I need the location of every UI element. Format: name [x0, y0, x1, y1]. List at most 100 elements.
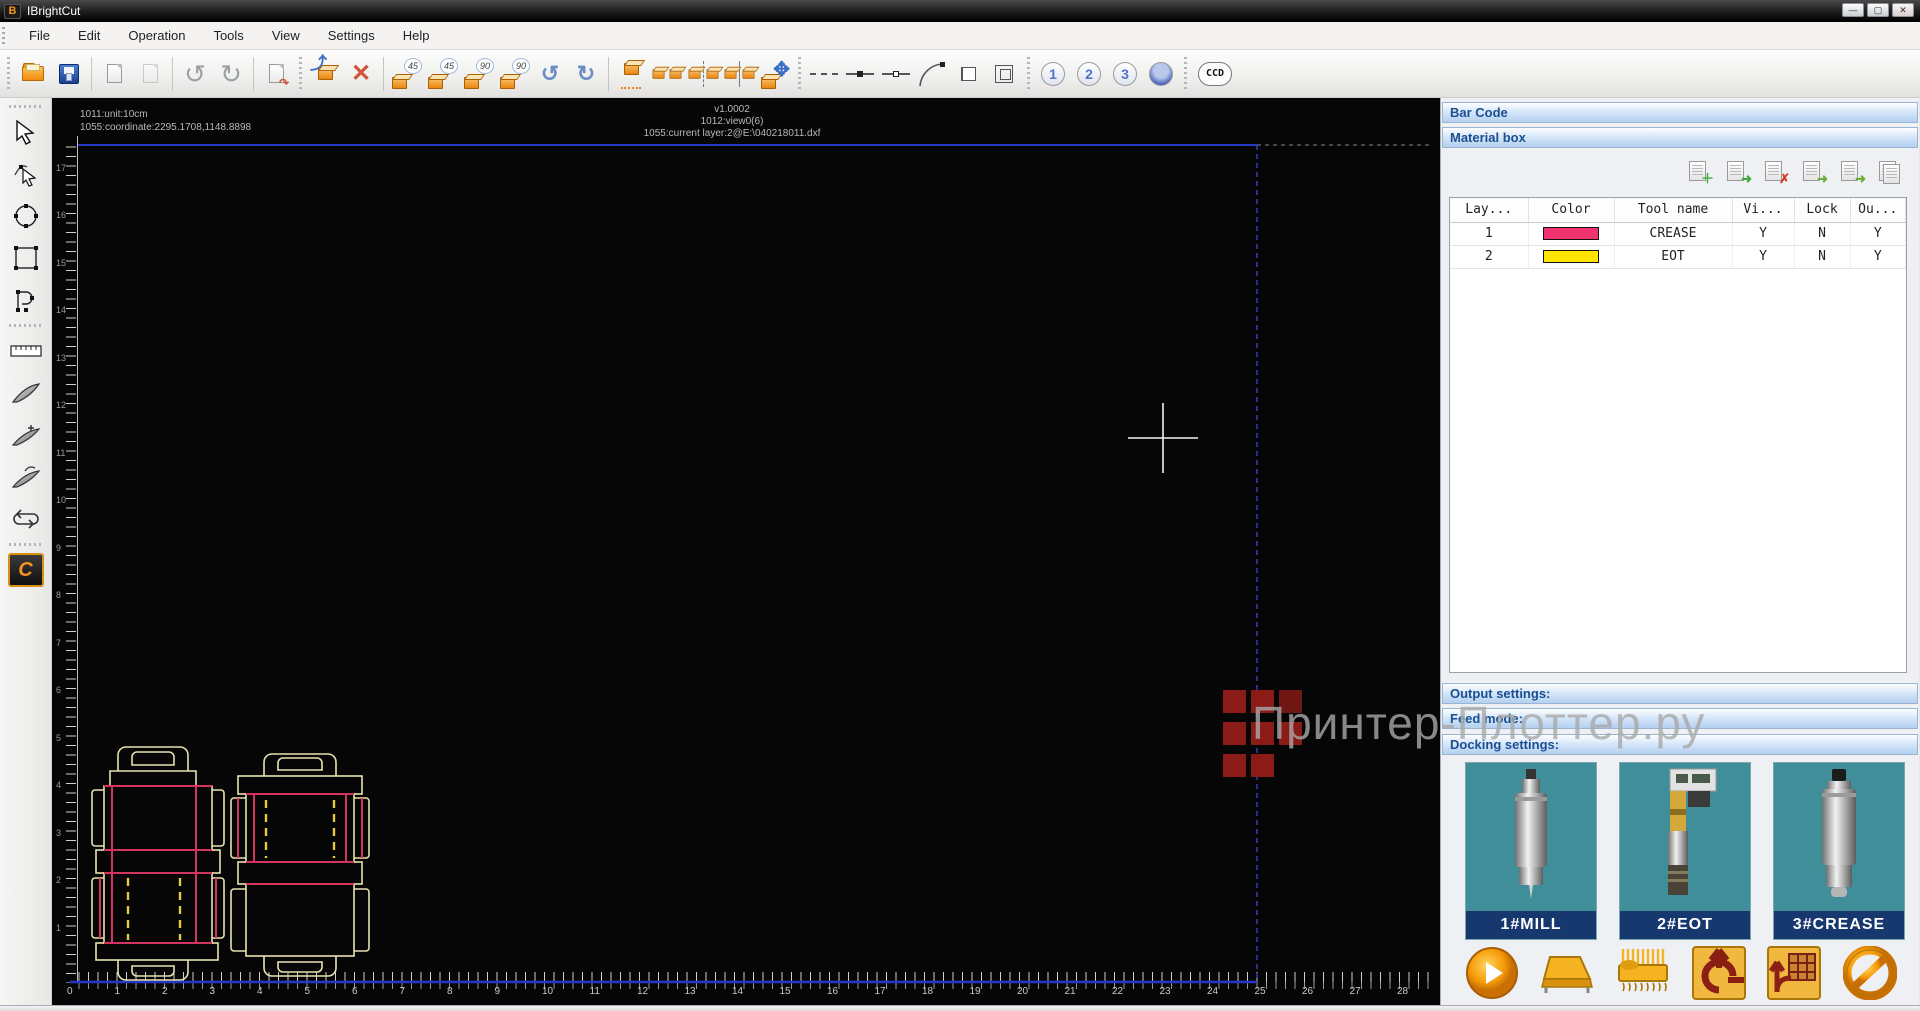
close-button[interactable]: ✕ — [1892, 3, 1914, 17]
mirror-horizontal-button[interactable] — [649, 55, 685, 93]
layer-toolbar: ＋ ➜ ✗ ➜ ➜ — [1687, 160, 1901, 182]
materialbox-section-header[interactable]: Material box — [1442, 127, 1918, 148]
ruler-tool-button[interactable] — [6, 331, 46, 371]
duplicate-layer-button[interactable] — [1877, 160, 1901, 182]
knife-tool-button[interactable] — [6, 373, 46, 413]
undo-icon: ↺ — [184, 61, 206, 87]
loop-tool-button[interactable] — [6, 499, 46, 539]
menu-file[interactable]: File — [15, 24, 64, 47]
knife-add-icon — [11, 423, 41, 447]
col-toolname[interactable]: Tool name — [1614, 198, 1732, 222]
rotate-45-ccw-button[interactable]: 45 — [388, 55, 424, 93]
open-button[interactable] — [15, 55, 51, 93]
solid-axis-icon — [739, 61, 740, 87]
paste-icon — [143, 64, 158, 83]
conveyor-icon — [1540, 949, 1596, 997]
line-midpoint-button[interactable] — [842, 55, 878, 93]
layer-1-button[interactable]: 1 — [1035, 55, 1071, 93]
dieline-box-b-perforations — [266, 800, 334, 858]
knife-add-tool-button[interactable] — [6, 415, 46, 455]
rotate-route-button[interactable] — [1690, 946, 1748, 1000]
table-row[interactable]: 1 CREASE Y N Y — [1450, 222, 1906, 245]
layer-2-button[interactable]: 2 — [1071, 55, 1107, 93]
delete-layer-button[interactable]: ✗ — [1763, 160, 1787, 182]
insert-layer-button[interactable]: ➜ — [1725, 160, 1749, 182]
rotate-object-button[interactable]: ⤴ — [307, 55, 343, 93]
import-layer-button[interactable]: ➜ — [1801, 160, 1825, 182]
circle-tool-button[interactable] — [6, 196, 46, 236]
select-tool-button[interactable] — [6, 112, 46, 152]
move-button[interactable]: ✥ — [757, 55, 793, 93]
weld-shapes-button[interactable] — [950, 55, 986, 93]
table-row[interactable]: 2 EOT Y N Y — [1450, 245, 1906, 268]
knife-curve-tool-button[interactable] — [6, 457, 46, 497]
redo-button[interactable]: ↻ — [213, 55, 249, 93]
rotate-free-ccw-button[interactable]: ↺ — [532, 55, 568, 93]
copy-button[interactable] — [96, 55, 132, 93]
maximize-button[interactable]: ▢ — [1867, 3, 1889, 17]
rotate-free-cw-button[interactable]: ↻ — [568, 55, 604, 93]
eot-color-swatch[interactable] — [1543, 250, 1599, 263]
layer-2-icon: 2 — [1077, 62, 1101, 86]
menu-edit[interactable]: Edit — [64, 24, 114, 47]
rotate-90-cw-button[interactable]: 90 — [496, 55, 532, 93]
weld-icon — [962, 67, 976, 81]
drawing-canvas[interactable]: 1011:unit:10cm 1055:coordinate:2295.1708… — [52, 98, 1440, 1005]
menu-view[interactable]: View — [258, 24, 314, 47]
feeder-button[interactable] — [1539, 946, 1597, 1000]
menu-tools[interactable]: Tools — [199, 24, 257, 47]
arc-button[interactable] — [914, 55, 950, 93]
save-button[interactable] — [51, 55, 87, 93]
minimize-button[interactable]: — — [1842, 3, 1864, 17]
line-node-button[interactable] — [878, 55, 914, 93]
output-settings-header[interactable]: Output settings: — [1442, 683, 1918, 704]
brush-button[interactable] — [1614, 946, 1672, 1000]
col-color[interactable]: Color — [1528, 198, 1614, 222]
mirror-vertical-solid-button[interactable] — [721, 55, 757, 93]
loop-icon — [11, 508, 41, 530]
save-floppy-icon — [59, 64, 79, 84]
circle-icon — [12, 202, 40, 230]
col-layer[interactable]: Lay... — [1450, 198, 1528, 222]
col-lock[interactable]: Lock — [1794, 198, 1850, 222]
feed-mode-header[interactable]: Feed mode: — [1442, 708, 1918, 729]
layer-3-button[interactable]: 3 — [1107, 55, 1143, 93]
polyline-tool-button[interactable] — [6, 280, 46, 320]
col-visible[interactable]: Vi... — [1732, 198, 1794, 222]
crease-color-swatch[interactable] — [1543, 227, 1599, 240]
rotate-90-ccw-button[interactable]: 90 — [460, 55, 496, 93]
layer-all-button[interactable] — [1143, 55, 1179, 93]
stop-button[interactable] — [1841, 946, 1899, 1000]
tool-card-mill[interactable]: 1#MILL — [1465, 762, 1597, 940]
array-button[interactable] — [613, 55, 649, 93]
menu-help[interactable]: Help — [389, 24, 444, 47]
rotate-45-cw-button[interactable]: 45 — [424, 55, 460, 93]
menu-operation[interactable]: Operation — [114, 24, 199, 47]
status-bar — [0, 1005, 1920, 1011]
ccd-button[interactable]: CCD — [1192, 55, 1238, 93]
export-layer-button[interactable]: ➜ — [1839, 160, 1863, 182]
menu-settings[interactable]: Settings — [314, 24, 389, 47]
docking-settings-header[interactable]: Docking settings: — [1442, 734, 1918, 755]
group-shapes-button[interactable] — [986, 55, 1022, 93]
window-title: IBrightCut — [27, 4, 80, 18]
output-document-button[interactable]: ↷ — [258, 55, 294, 93]
grid-route-button[interactable] — [1765, 946, 1823, 1000]
add-layer-button[interactable]: ＋ — [1687, 160, 1711, 182]
start-button[interactable] — [1463, 946, 1521, 1000]
delete-button[interactable]: ✕ — [343, 55, 379, 93]
layer-3-icon: 3 — [1113, 62, 1137, 86]
export-arrow-icon: ➜ — [1855, 173, 1866, 185]
line-dashed-button[interactable] — [806, 55, 842, 93]
brand-logo-button[interactable]: C — [6, 550, 46, 590]
rectangle-tool-button[interactable] — [6, 238, 46, 278]
barcode-section-header[interactable]: Bar Code — [1442, 102, 1918, 123]
app-logo-icon: B — [4, 4, 21, 19]
node-edit-tool-button[interactable] — [6, 154, 46, 194]
undo-button[interactable]: ↺ — [177, 55, 213, 93]
tool-card-eot[interactable]: 2#EOT — [1619, 762, 1751, 940]
mirror-vertical-dashed-button[interactable] — [685, 55, 721, 93]
paste-button[interactable] — [132, 55, 168, 93]
tool-card-crease[interactable]: 3#CREASE — [1773, 762, 1905, 940]
col-output[interactable]: Ou... — [1850, 198, 1906, 222]
